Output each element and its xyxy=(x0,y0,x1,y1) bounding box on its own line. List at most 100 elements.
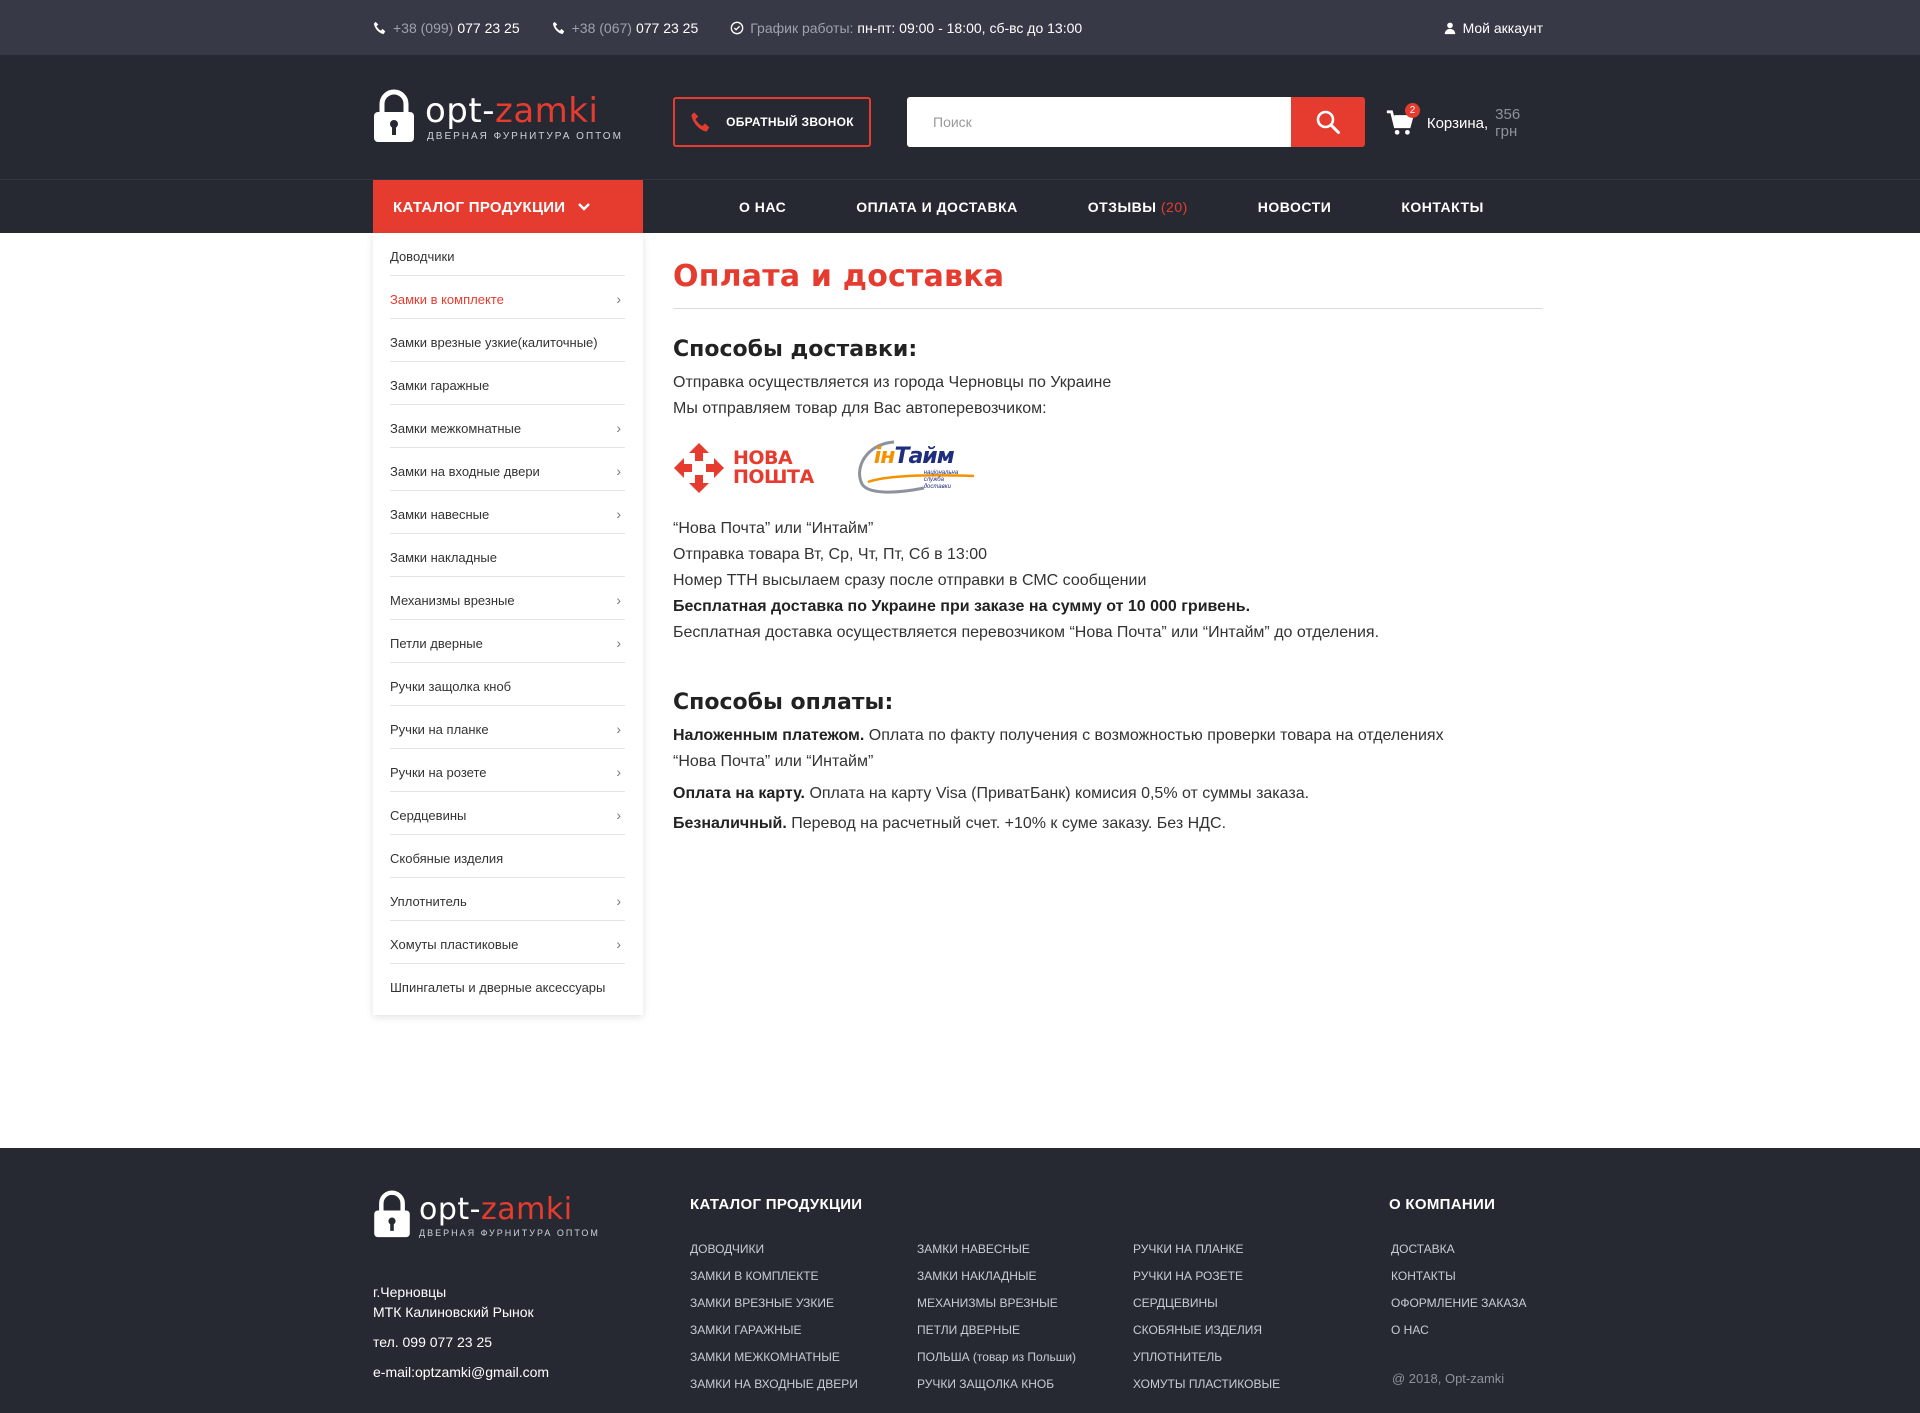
sidebar-item-label: Механизмы врезные xyxy=(390,592,515,608)
delivery-line-4: Бесплатная доставка по Украине при заказ… xyxy=(673,594,1543,620)
catalog-dropdown-button[interactable]: КАТАЛОГ ПРОДУКЦИИ xyxy=(373,180,643,234)
footer-link[interactable]: ДОСТАВКА xyxy=(1391,1236,1527,1263)
footer-logo[interactable]: opt-zamki ДВЕРНАЯ ФУРНИТУРА ОПТОМ xyxy=(373,1190,613,1240)
footer-logo-tagline: ДВЕРНАЯ ФУРНИТУРА ОПТОМ xyxy=(419,1228,600,1238)
footer-link[interactable]: РУЧКИ НА РОЗЕТЕ xyxy=(1133,1263,1280,1290)
sidebar-item-narrow-mortise-locks[interactable]: Замки врезные узкие(калиточные) xyxy=(390,319,625,362)
payment-cod-text-2: “Нова Почта” или “Интайм” xyxy=(673,753,874,770)
footer-link[interactable]: ЗАМКИ НА ВХОДНЫЕ ДВЕРИ xyxy=(690,1371,858,1398)
chevron-right-icon: › xyxy=(616,893,621,909)
footer-company-col: ДОСТАВКА КОНТАКТЫ ОФОРМЛЕНИЕ ЗАКАЗА О НА… xyxy=(1391,1236,1527,1344)
sidebar-item-label: Замки в комплекте xyxy=(390,291,504,307)
footer-link[interactable]: ПОЛЬША (товар из Польши) xyxy=(917,1344,1076,1371)
work-schedule: График работы: пн-пт: 09:00 - 18:00, сб-… xyxy=(730,20,1082,36)
phone-2[interactable]: +38 (067) 077 23 25 xyxy=(552,19,698,36)
footer: opt-zamki ДВЕРНАЯ ФУРНИТУРА ОПТОМ г.Черн… xyxy=(0,1148,1920,1413)
footer-catalog-col-1: ДОВОДЧИКИ ЗАМКИ В КОМПЛЕКТЕ ЗАМКИ ВРЕЗНЫ… xyxy=(690,1236,858,1398)
footer-link[interactable]: ЗАМКИ В КОМПЛЕКТЕ xyxy=(690,1263,858,1290)
footer-link[interactable]: ЗАМКИ НАВЕСНЫЕ xyxy=(917,1236,1076,1263)
footer-link[interactable]: О НАС xyxy=(1391,1317,1527,1344)
delivery-intro-1: Отправка осуществляется из города Чернов… xyxy=(673,374,1112,391)
footer-link[interactable]: ЗАМКИ МЕЖКОМНАТНЫЕ xyxy=(690,1344,858,1371)
footer-email[interactable]: e-mail:optzamki@gmail.com xyxy=(373,1362,549,1382)
sidebar-item-rosette-handles[interactable]: Ручки на розете › xyxy=(390,749,625,792)
nova-poshta-logo: НОВА ПОШТА xyxy=(673,442,814,494)
sidebar-item-door-hinges[interactable]: Петли дверные › xyxy=(390,620,625,663)
sidebar-item-knob-handles[interactable]: Ручки защолка кноб xyxy=(390,663,625,706)
sidebar-item-interior-locks[interactable]: Замки межкомнатные › xyxy=(390,405,625,448)
search-input[interactable] xyxy=(907,97,1291,147)
sidebar-item-closers[interactable]: Доводчики xyxy=(390,233,625,276)
cart-link[interactable]: 2 Корзина, 356 грн xyxy=(1385,103,1543,141)
intime-text-part1: ін xyxy=(873,444,896,469)
sidebar-item-padlocks[interactable]: Замки навесные › xyxy=(390,491,625,534)
sidebar-item-hardware[interactable]: Скобяные изделия xyxy=(390,835,625,878)
chevron-down-icon xyxy=(577,199,591,216)
footer-link[interactable]: УПЛОТНИТЕЛЬ xyxy=(1133,1344,1280,1371)
footer-logo-text-part2: zamki xyxy=(481,1192,573,1227)
account-link[interactable]: Мой аккаунт xyxy=(1443,20,1543,36)
schedule-label: График работы: xyxy=(750,19,854,36)
phone-2-prefix: +38 (067) xyxy=(571,19,632,36)
footer-link[interactable]: МЕХАНИЗМЫ ВРЕЗНЫЕ xyxy=(917,1290,1076,1317)
sidebar-item-rim-locks[interactable]: Замки накладные xyxy=(390,534,625,577)
sidebar-item-label: Замки гаражные xyxy=(390,377,490,393)
site-logo[interactable]: opt-zamki ДВЕРНАЯ ФУРНИТУРА ОПТОМ xyxy=(373,89,633,145)
footer-link[interactable]: ЗАМКИ НАКЛАДНЫЕ xyxy=(917,1263,1076,1290)
footer-link[interactable]: ЗАМКИ ГАРАЖНЫЕ xyxy=(690,1317,858,1344)
phone-icon xyxy=(691,112,710,132)
footer-link[interactable]: РУЧКИ НА ПЛАНКЕ xyxy=(1133,1236,1280,1263)
nav-contacts[interactable]: КОНТАКТЫ xyxy=(1401,199,1483,215)
chevron-right-icon: › xyxy=(616,291,621,307)
sidebar-item-label: Уплотнитель xyxy=(390,893,467,909)
search-button[interactable] xyxy=(1291,97,1365,147)
footer-link[interactable]: ОФОРМЛЕНИЕ ЗАКАЗА xyxy=(1391,1290,1527,1317)
footer-link[interactable]: ДОВОДЧИКИ xyxy=(690,1236,858,1263)
payment-cod-title: Наложенным платежом. xyxy=(673,727,865,744)
schedule-value: пн-пт: 09:00 - 18:00, сб-вс до 13:00 xyxy=(857,19,1083,36)
sidebar-item-label: Замки навесные xyxy=(390,506,490,522)
phone-1-prefix: +38 (099) xyxy=(393,19,454,36)
logo-text-part2: zamki xyxy=(494,91,599,131)
phone-1[interactable]: +38 (099) 077 23 25 xyxy=(373,20,520,36)
callback-button[interactable]: ОБРАТНЫЙ ЗВОНОК xyxy=(673,97,871,147)
phone-icon xyxy=(373,21,386,34)
footer-link[interactable]: СЕРДЦЕВИНЫ xyxy=(1133,1290,1280,1317)
payment-card-title: Оплата на карту. xyxy=(673,785,805,802)
footer-company-heading: О КОМПАНИИ xyxy=(1389,1196,1496,1213)
nav-about[interactable]: О НАС xyxy=(739,199,786,215)
intime-text: інТайм xyxy=(873,444,955,469)
footer-link[interactable]: СКОБЯНЫЕ ИЗДЕЛИЯ xyxy=(1133,1317,1280,1344)
sidebar-item-lock-sets[interactable]: Замки в комплекте › xyxy=(390,276,625,319)
sidebar-item-cylinders[interactable]: Сердцевины › xyxy=(390,792,625,835)
nav-news[interactable]: НОВОСТИ xyxy=(1258,199,1332,215)
footer-link[interactable]: ПЕТЛИ ДВЕРНЫЕ xyxy=(917,1317,1076,1344)
sidebar-item-garage-locks[interactable]: Замки гаражные xyxy=(390,362,625,405)
sidebar-item-plate-handles[interactable]: Ручки на планке › xyxy=(390,706,625,749)
footer-phone[interactable]: тел. 099 077 23 25 xyxy=(373,1332,549,1352)
footer-contacts: г.Черновцы МТК Калиновский Рынок тел. 09… xyxy=(373,1282,549,1382)
sidebar-item-label: Замки на входные двери xyxy=(390,463,540,479)
payment-cashless-text: Перевод на расчетный счет. +10% к суме з… xyxy=(786,815,1227,832)
header: opt-zamki ДВЕРНАЯ ФУРНИТУРА ОПТОМ ОБРАТН… xyxy=(0,55,1920,179)
footer-address-market: МТК Калиновский Рынок xyxy=(373,1304,534,1320)
footer-link[interactable]: КОНТАКТЫ xyxy=(1391,1263,1527,1290)
nav-payment-delivery[interactable]: ОПЛАТА И ДОСТАВКА xyxy=(856,199,1017,215)
nav-links: О НАС ОПЛАТА И ДОСТАВКА ОТЗЫВЫ (20) НОВО… xyxy=(739,180,1554,234)
sidebar-item-entrance-locks[interactable]: Замки на входные двери › xyxy=(390,448,625,491)
sidebar-item-label: Петли дверные xyxy=(390,635,483,651)
footer-link[interactable]: РУЧКИ ЗАЩОЛКА КНОБ xyxy=(917,1371,1076,1398)
footer-catalog-col-3: РУЧКИ НА ПЛАНКЕ РУЧКИ НА РОЗЕТЕ СЕРДЦЕВИ… xyxy=(1133,1236,1280,1398)
sidebar-item-latches-accessories[interactable]: Шпингалеты и дверные аксессуары xyxy=(390,964,625,1007)
nav-reviews[interactable]: ОТЗЫВЫ (20) xyxy=(1088,199,1188,215)
main-nav: КАТАЛОГ ПРОДУКЦИИ О НАС ОПЛАТА И ДОСТАВК… xyxy=(0,179,1920,234)
sidebar-item-seals[interactable]: Уплотнитель › xyxy=(390,878,625,921)
payment-card-text: Оплата на карту Visa (ПриватБанк) комиси… xyxy=(805,785,1310,802)
nova-poshta-text: НОВА ПОШТА xyxy=(733,449,814,487)
sidebar-item-label: Замки межкомнатные xyxy=(390,420,522,436)
sidebar-item-cable-ties[interactable]: Хомуты пластиковые › xyxy=(390,921,625,964)
sidebar-item-mortise-mechanisms[interactable]: Механизмы врезные › xyxy=(390,577,625,620)
footer-link[interactable]: ЗАМКИ ВРЕЗНЫЕ УЗКИЕ xyxy=(690,1290,858,1317)
free-delivery-note: Бесплатная доставка по Украине при заказ… xyxy=(673,598,1251,615)
footer-link[interactable]: ХОМУТЫ ПЛАСТИКОВЫЕ xyxy=(1133,1371,1280,1398)
